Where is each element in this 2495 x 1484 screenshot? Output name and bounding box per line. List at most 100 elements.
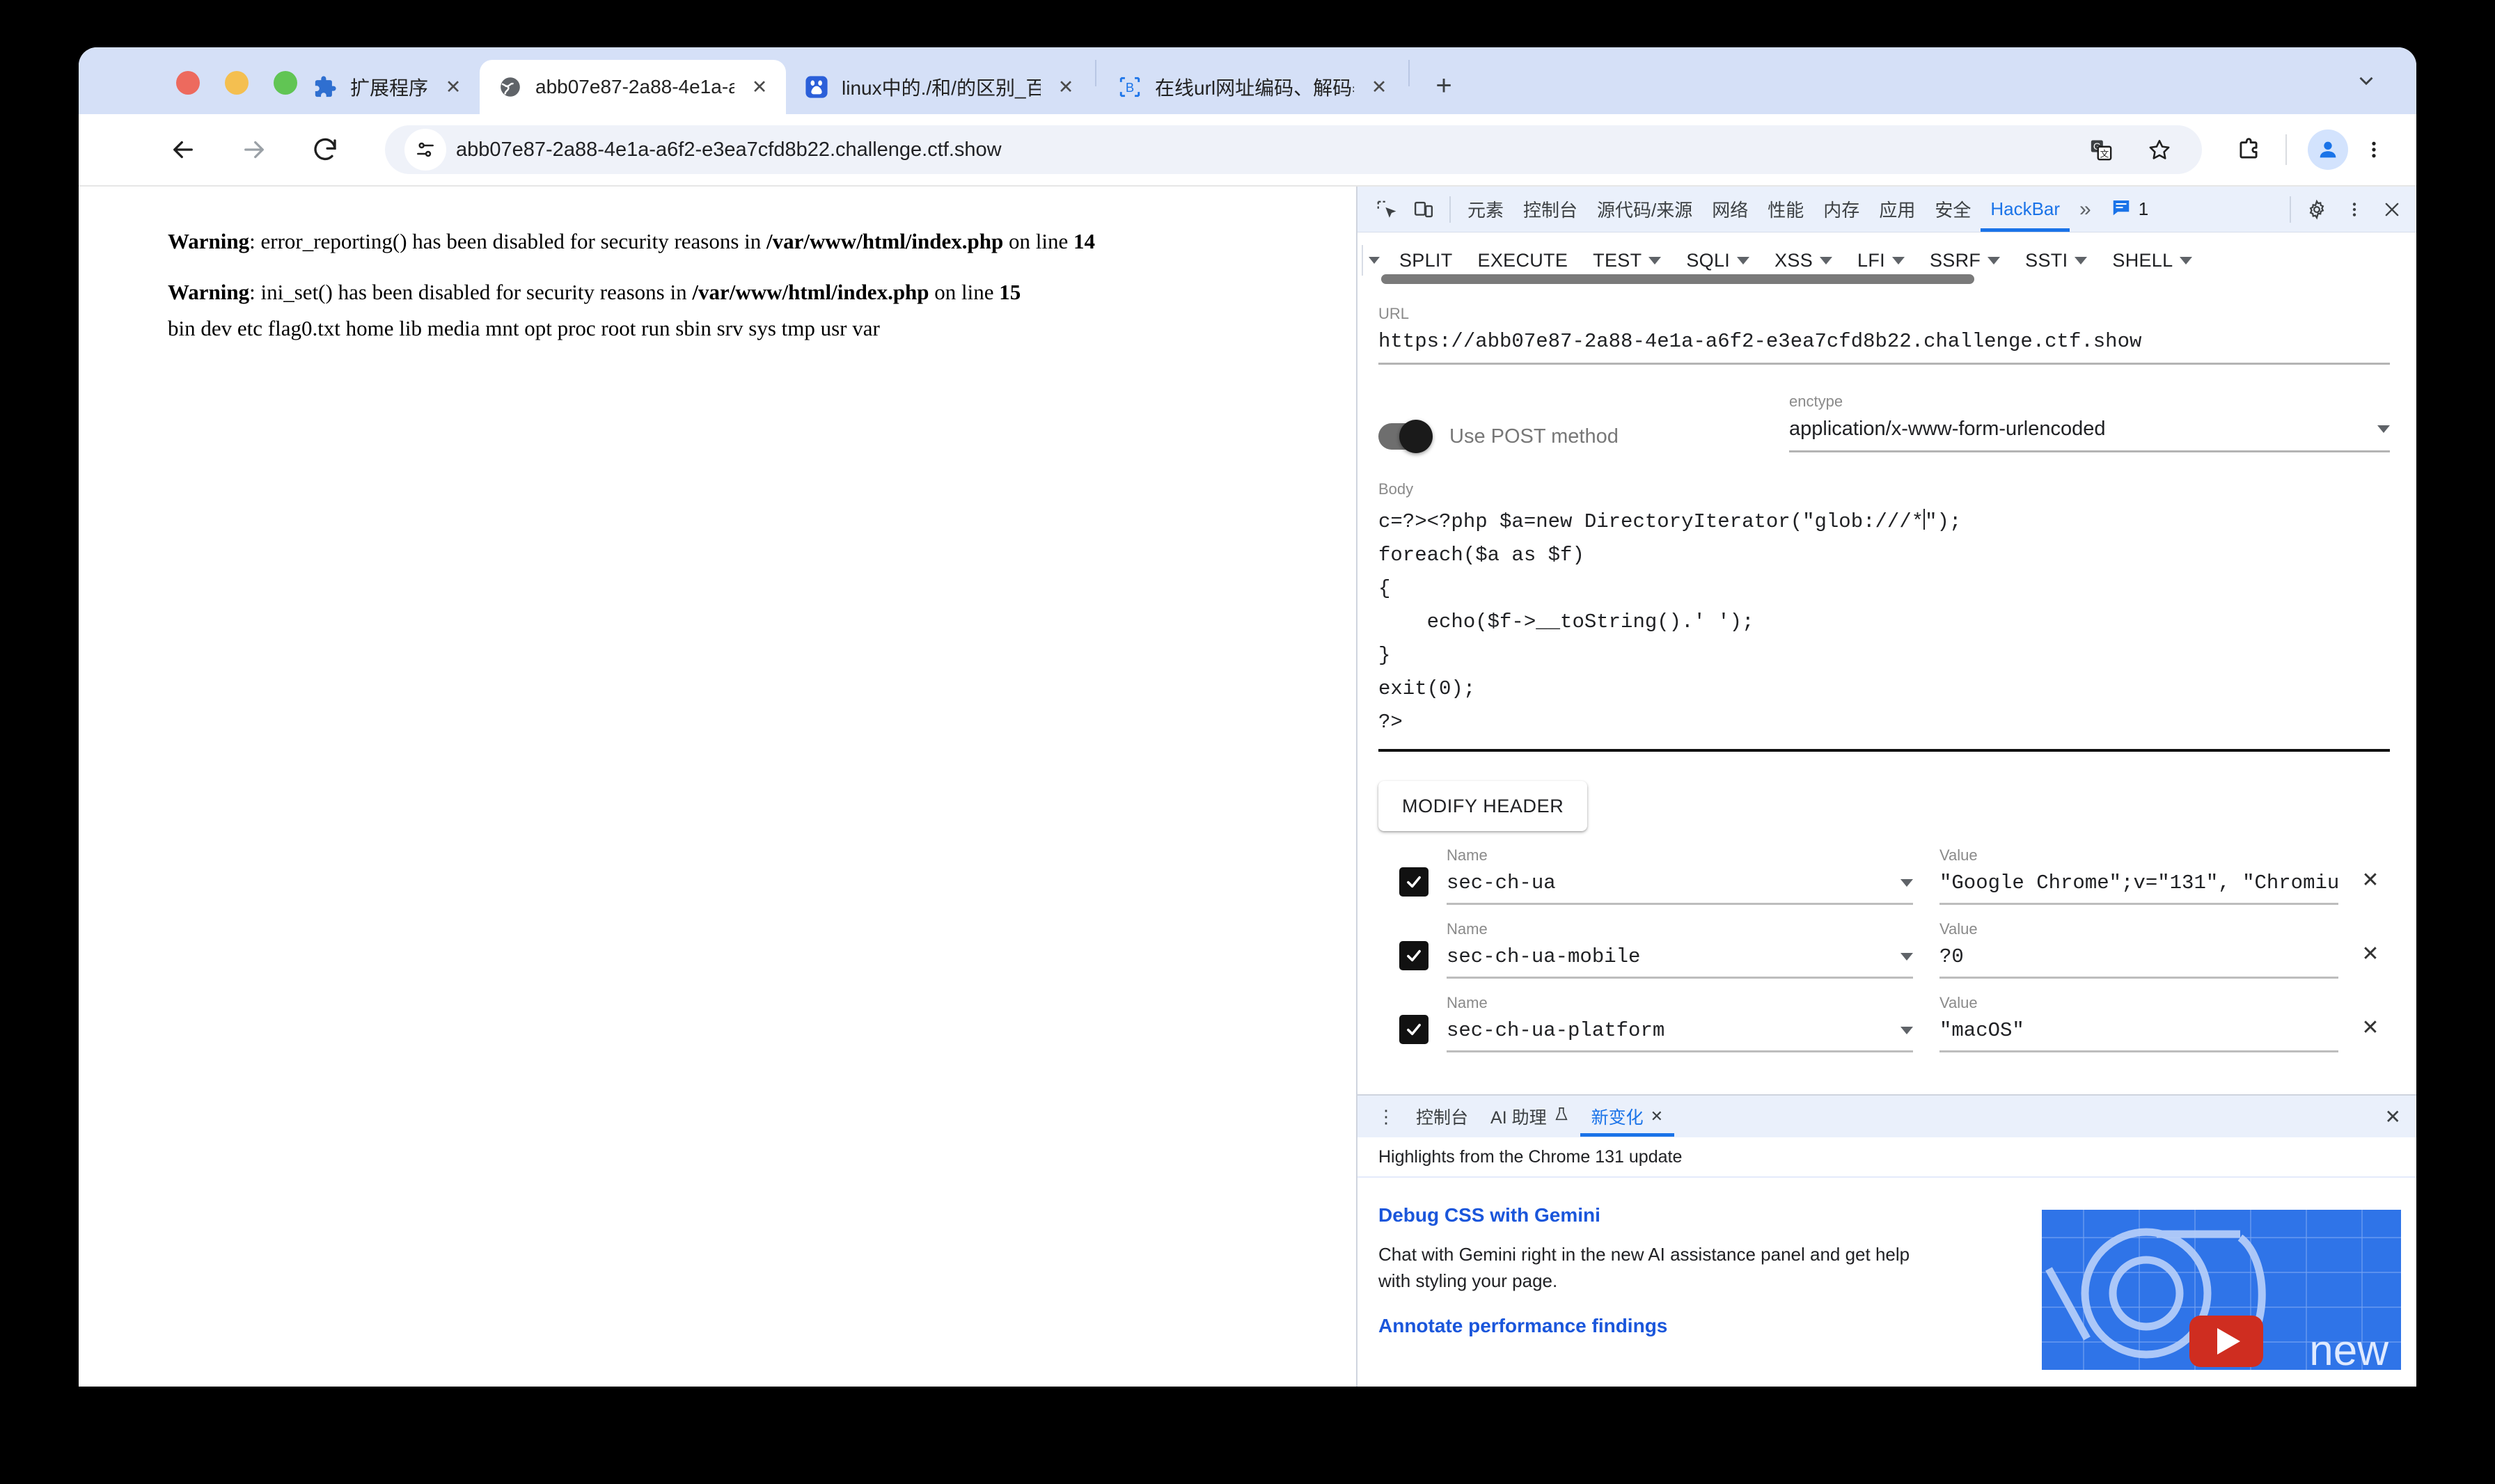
header-enabled-checkbox[interactable] (1399, 941, 1428, 970)
tab-console[interactable]: 控制台 (1513, 187, 1587, 232)
header-name-select[interactable]: Name sec-ch-ua (1447, 846, 1913, 905)
header-enabled-checkbox[interactable] (1399, 867, 1428, 897)
gear-icon[interactable] (2298, 192, 2336, 227)
browser-tab-bejs[interactable]: B 在线url网址编码、解码器-BeJS ✕ (1099, 60, 1406, 114)
header-name-label: Name (1447, 994, 1488, 1011)
tab-performance[interactable]: 性能 (1758, 187, 1813, 232)
divider (1449, 196, 1451, 223)
tab-sources[interactable]: 源代码/来源 (1587, 187, 1702, 232)
three-dots-menu-icon[interactable] (2355, 131, 2393, 168)
header-value-input[interactable]: Value "Google Chrome";v="131", "Chromiu (1939, 846, 2338, 905)
browser-tab-extensions[interactable]: 扩展程序 ✕ (294, 60, 480, 114)
body-field[interactable]: Body c=?><?php $a=new DirectoryIterator(… (1378, 480, 2390, 752)
inspect-element-icon[interactable] (1367, 192, 1405, 227)
new-tab-button[interactable]: + (1422, 64, 1465, 107)
web-page-content: Warning: error_reporting() has been disa… (79, 187, 1356, 1387)
header-value-input[interactable]: Value "macOS" (1939, 994, 2338, 1052)
remove-header-button[interactable]: ✕ (2351, 868, 2390, 892)
header-name-value: sec-ch-ua-platform (1447, 1019, 1665, 1042)
device-toolbar-icon[interactable] (1405, 192, 1442, 227)
address-bar[interactable]: abb07e87-2a88-4e1a-a6f2-e3ea7cfd8b22.cha… (385, 125, 2202, 174)
drawer-tab-whats-new[interactable]: 新变化 ✕ (1580, 1096, 1674, 1137)
tab-hackbar[interactable]: HackBar (1981, 187, 2070, 232)
header-name-value: sec-ch-ua-mobile (1447, 945, 1641, 968)
tab-application[interactable]: 应用 (1869, 187, 1925, 232)
browser-tab-baidu[interactable]: linux中的./和/的区别_百度搜索 ✕ (786, 60, 1092, 114)
header-value-text: "macOS" (1939, 1019, 2024, 1042)
star-icon[interactable] (2141, 131, 2178, 168)
label: XSS (1774, 249, 1813, 271)
close-tab-button[interactable]: ✕ (1365, 73, 1393, 101)
close-tab-icon[interactable]: ✕ (1651, 1107, 1663, 1126)
translate-icon[interactable]: G 文 (2082, 131, 2120, 168)
whats-new-link-annotate-performance[interactable]: Annotate performance findings (1378, 1315, 1667, 1336)
horizontal-scrollbar[interactable] (1381, 274, 1974, 284)
three-dots-menu-icon[interactable] (2336, 192, 2373, 227)
minimize-window-button[interactable] (225, 71, 249, 95)
hackbar-shell-button[interactable]: SHELL (2100, 239, 2205, 282)
globe-icon (498, 74, 523, 100)
chevron-down-icon[interactable] (2348, 63, 2384, 99)
tab-security[interactable]: 安全 (1925, 187, 1981, 232)
warning-text-after: on line (929, 279, 1000, 304)
header-enabled-checkbox[interactable] (1399, 1015, 1428, 1044)
reload-icon[interactable] (303, 127, 347, 172)
issues-badge[interactable]: 1 (2101, 197, 2158, 221)
warning-line: 15 (999, 279, 1021, 304)
php-warning-2: Warning: ini_set() has been disabled for… (168, 279, 1356, 306)
drawer-tab-bar: ⋮ 控制台 AI 助理 新变化 ✕ ✕ (1357, 1096, 2416, 1137)
thumbnail-caption: new (2309, 1327, 2388, 1370)
use-post-toggle[interactable]: Use POST method (1378, 420, 1789, 453)
tune-icon[interactable] (404, 129, 446, 171)
label: SSTI (2025, 249, 2068, 271)
field-underline (1939, 903, 2338, 905)
drawer-tab-console[interactable]: 控制台 (1405, 1096, 1479, 1137)
hackbar-ssti-button[interactable]: SSTI (2013, 239, 2100, 282)
browser-tab-challenge[interactable]: abb07e87-2a88-4e1a-a6f2-e ✕ (480, 60, 787, 114)
field-underline (1378, 363, 2390, 365)
body-label: Body (1378, 480, 1414, 498)
browser-toolbar: abb07e87-2a88-4e1a-a6f2-e3ea7cfd8b22.cha… (79, 114, 2416, 187)
extension-puzzle-icon[interactable] (2230, 131, 2267, 168)
svg-text:文: 文 (2100, 149, 2109, 159)
svg-text:B: B (1126, 80, 1134, 95)
arrow-forward-icon[interactable] (232, 127, 276, 172)
drawer-tab-ai-assistant[interactable]: AI 助理 (1479, 1096, 1580, 1137)
youtube-play-icon[interactable] (2189, 1316, 2263, 1367)
more-tabs-chevron-icon[interactable]: » (2070, 187, 2101, 232)
whats-new-link-debug-css[interactable]: Debug CSS with Gemini (1378, 1204, 1600, 1226)
close-tab-button[interactable]: ✕ (439, 73, 467, 101)
devtools-right-controls (2283, 192, 2411, 227)
three-dots-menu-icon[interactable]: ⋮ (1367, 1099, 1405, 1134)
chevron-down-icon (2075, 256, 2088, 265)
header-name-select[interactable]: Name sec-ch-ua-platform (1447, 994, 1913, 1052)
divider (2290, 196, 2291, 223)
close-drawer-button[interactable]: ✕ (2385, 1105, 2416, 1128)
header-name-select[interactable]: Name sec-ch-ua-mobile (1447, 920, 1913, 979)
profile-avatar-icon[interactable] (2308, 129, 2348, 170)
header-value-input[interactable]: Value ?0 (1939, 920, 2338, 979)
close-window-button[interactable] (176, 71, 200, 95)
warning-text: : error_reporting() has been disabled fo… (249, 229, 767, 253)
chevron-down-icon (2377, 425, 2390, 433)
modify-header-button[interactable]: MODIFY HEADER (1378, 781, 1588, 831)
tab-network[interactable]: 网络 (1702, 187, 1758, 232)
maximize-window-button[interactable] (274, 71, 297, 95)
tab-title: 扩展程序 (350, 77, 429, 99)
url-input-value[interactable]: https://abb07e87-2a88-4e1a-a6f2-e3ea7cfd… (1378, 330, 2390, 353)
php-warning-1: Warning: error_reporting() has been disa… (168, 228, 1356, 255)
toolbar-overflow-caret-icon[interactable] (1369, 257, 1380, 264)
close-tab-button[interactable]: ✕ (746, 73, 773, 101)
tab-elements[interactable]: 元素 (1458, 187, 1513, 232)
url-field[interactable]: URL https://abb07e87-2a88-4e1a-a6f2-e3ea… (1378, 288, 2390, 365)
enctype-select[interactable]: enctype application/x-www-form-urlencode… (1789, 393, 2390, 452)
arrow-back-icon[interactable] (161, 127, 205, 172)
tab-memory[interactable]: 内存 (1813, 187, 1869, 232)
close-icon[interactable] (2373, 192, 2411, 227)
tab-divider (1095, 60, 1097, 86)
body-textarea[interactable]: c=?><?php $a=new DirectoryIterator("glob… (1378, 505, 2390, 739)
whats-new-video-thumbnail[interactable]: new (2042, 1210, 2401, 1370)
remove-header-button[interactable]: ✕ (2351, 1016, 2390, 1040)
remove-header-button[interactable]: ✕ (2351, 942, 2390, 966)
close-tab-button[interactable]: ✕ (1052, 73, 1080, 101)
